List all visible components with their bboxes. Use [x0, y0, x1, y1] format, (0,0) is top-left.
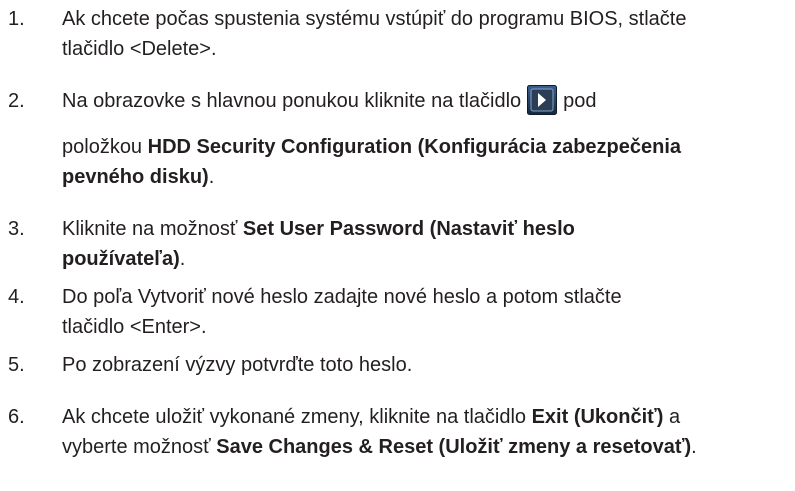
step-text: Na obrazovke s hlavnou ponukou kliknite … — [62, 84, 787, 117]
step-2-text-before-icon: Na obrazovke s hlavnou ponukou kliknite … — [62, 90, 522, 112]
step-1-line-1: Ak chcete počas spustenia systému vstúpi… — [62, 8, 687, 30]
hdd-security-configuration-label: HDD Security Configuration (Konfigurácia… — [147, 136, 682, 158]
step-6-line-1: Ak chcete uložiť vykonané zmeny, kliknit… — [62, 406, 681, 428]
step-1-line-2: tlačidlo <Delete>. — [62, 38, 217, 60]
step-number: 3. — [8, 218, 25, 240]
chevron-right-icon[interactable] — [527, 84, 558, 115]
step-text: Kliknite na možnosť Set User Password (N… — [62, 214, 787, 274]
step-3-line-2: používateľa). — [62, 248, 186, 270]
step-text: položkou HDD Security Configuration (Kon… — [62, 132, 787, 192]
save-changes-reset-label: Save Changes & Reset (Uložiť zmeny a res… — [216, 436, 692, 458]
step-number: 6. — [8, 406, 25, 428]
step-number: 2. — [8, 90, 25, 112]
step-5-line-1: Po zobrazení výzvy potvrďte toto heslo. — [62, 354, 413, 376]
exit-label: Exit (Ukončiť) — [531, 406, 664, 428]
step-text: Ak chcete počas spustenia systému vstúpi… — [62, 4, 787, 64]
step-2-line-3: pevného disku). — [62, 166, 215, 188]
set-user-password-label: Set User Password (Nastaviť heslo — [242, 218, 575, 240]
step-number: 4. — [8, 286, 25, 308]
step-2-text-after-icon: pod — [563, 90, 597, 112]
step-text: Po zobrazení výzvy potvrďte toto heslo. — [62, 350, 787, 380]
step-6-line-2: vyberte možnosť Save Changes & Reset (Ul… — [62, 436, 697, 458]
step-text: Ak chcete uložiť vykonané zmeny, kliknit… — [62, 402, 787, 462]
step-2-line-1: Na obrazovke s hlavnou ponukou kliknite … — [62, 84, 787, 117]
step-text: Do poľa Vytvoriť nové heslo zadajte nové… — [62, 282, 787, 342]
step-4-line-1: Do poľa Vytvoriť nové heslo zadajte nové… — [62, 286, 622, 308]
step-4-line-2: tlačidlo <Enter>. — [62, 316, 207, 338]
step-3-line-1: Kliknite na možnosť Set User Password (N… — [62, 218, 575, 240]
step-number: 5. — [8, 354, 25, 376]
step-2-line-2: položkou HDD Security Configuration (Kon… — [62, 136, 682, 158]
instruction-steps: 1. Ak chcete počas spustenia systému vst… — [0, 0, 795, 491]
step-number: 1. — [8, 8, 25, 30]
